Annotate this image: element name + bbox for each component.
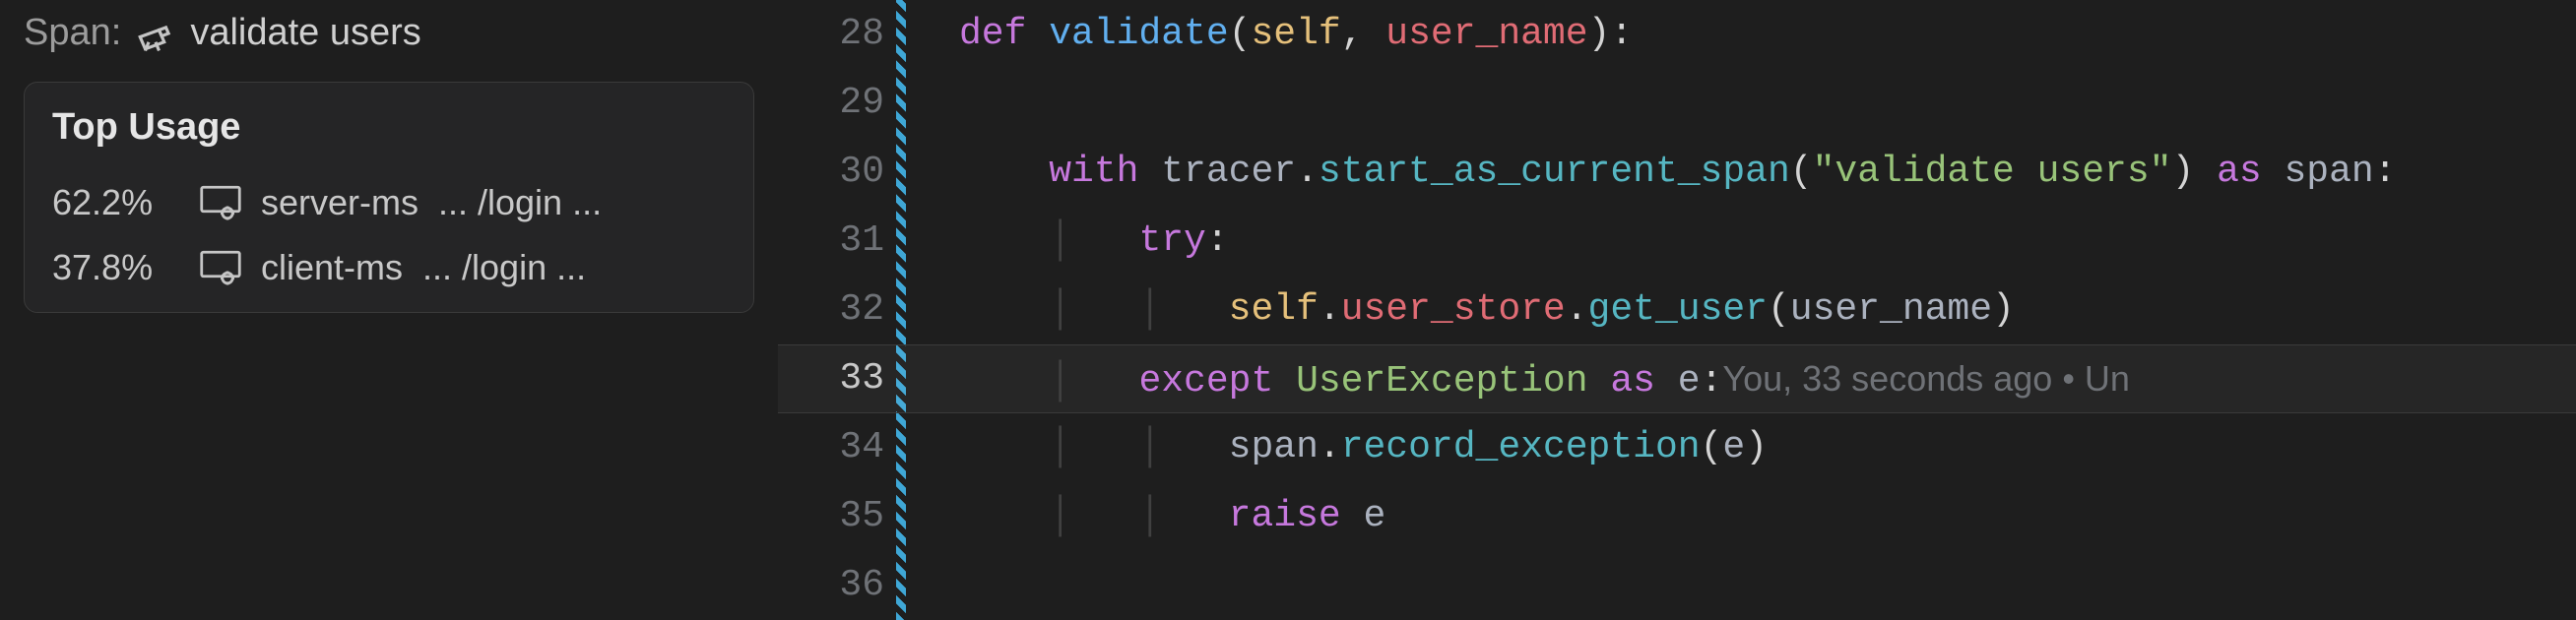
usage-path: ... /login ... [438, 182, 726, 223]
span-label: Span: [24, 12, 121, 54]
code-line[interactable]: │ try: [959, 207, 2576, 276]
token: ( [1701, 426, 1723, 468]
token: except [1138, 360, 1296, 403]
token: get_user [1588, 288, 1768, 331]
indent-guide [959, 151, 1049, 193]
service-icon [200, 250, 241, 285]
code-line[interactable]: with tracer.start_as_current_span("valid… [959, 138, 2576, 207]
line-number: 31 [778, 207, 884, 276]
line-number: 34 [778, 413, 884, 482]
code-editor[interactable]: 28293031323334353637 def validate(self, … [778, 0, 2576, 620]
indent-guide: │ │ [959, 495, 1229, 537]
token: ) [1992, 288, 2015, 331]
span-header: Span: validate users [24, 12, 754, 54]
indent-guide: │ │ [959, 288, 1229, 331]
usage-percent: 37.8% [52, 247, 180, 288]
code-line[interactable] [959, 551, 2576, 620]
indent-guide: │ [959, 219, 1138, 262]
token: validate [1049, 13, 1228, 55]
code-line[interactable] [959, 69, 2576, 138]
top-usage-title: Top Usage [52, 106, 726, 149]
line-number-gutter: 28293031323334353637 [778, 0, 896, 620]
usage-service: server-ms [261, 182, 419, 223]
token: : [2374, 151, 2397, 193]
line-number: 30 [778, 138, 884, 207]
token: . [1319, 288, 1341, 331]
token: e [1678, 360, 1701, 403]
usage-row[interactable]: 62.2% server-ms ... /login ... [52, 170, 726, 235]
token: self [1229, 288, 1319, 331]
code-area[interactable]: def validate(self, user_name): with trac… [906, 0, 2576, 620]
code-line[interactable]: │ │ span.record_exception(e) [959, 413, 2576, 482]
service-icon [200, 185, 241, 220]
token: raise [1229, 495, 1364, 537]
token: . [1566, 288, 1588, 331]
token: as [1588, 360, 1678, 403]
usage-service: client-ms [261, 247, 403, 288]
token: try [1138, 219, 1205, 262]
token: user_store [1341, 288, 1566, 331]
usage-percent: 62.2% [52, 182, 180, 223]
telescope-icon [135, 13, 176, 54]
line-number: 28 [778, 0, 884, 69]
token: span [1229, 426, 1319, 468]
token: user_name [1385, 13, 1587, 55]
token: span [2284, 151, 2373, 193]
token: self [1251, 13, 1340, 55]
token: as [2194, 151, 2284, 193]
token: UserException [1296, 360, 1587, 403]
line-number: 32 [778, 276, 884, 344]
span-insight-sidebar: Span: validate users Top Usage 62.2% serv… [0, 0, 778, 620]
token: ) [1588, 13, 1611, 55]
token: e [1363, 495, 1385, 537]
token: ( [1790, 151, 1813, 193]
span-name: validate users [190, 12, 420, 54]
indent-guide: │ [959, 360, 1138, 403]
code-line[interactable]: │ except UserException as e:You, 33 seco… [959, 344, 2576, 413]
token: ( [1768, 288, 1790, 331]
token: record_exception [1341, 426, 1701, 468]
token: ) [1745, 426, 1768, 468]
token: : [1701, 360, 1723, 403]
token: ) [2171, 151, 2194, 193]
token: start_as_current_span [1319, 151, 1790, 193]
token: def [959, 13, 1049, 55]
line-number: 35 [778, 482, 884, 551]
usage-path: ... /login ... [422, 247, 726, 288]
token: with [1049, 151, 1161, 193]
top-usage-panel: Top Usage 62.2%server-ms... /login ...37… [24, 82, 754, 313]
indent-guide: │ │ [959, 426, 1229, 468]
token: tracer [1161, 151, 1296, 193]
token: . [1296, 151, 1319, 193]
token: ( [1229, 13, 1252, 55]
token: , [1341, 13, 1386, 55]
token: : [1206, 219, 1229, 262]
code-line[interactable]: │ │ self.user_store.get_user(user_name) [959, 276, 2576, 344]
token: "validate users" [1813, 151, 2172, 193]
token: . [1319, 426, 1341, 468]
git-lens-annotation: You, 33 seconds ago • Un [1722, 358, 2140, 399]
token: : [1610, 13, 1633, 55]
line-number: 36 [778, 551, 884, 620]
line-number: 29 [778, 69, 884, 138]
code-line[interactable]: def validate(self, user_name): [959, 0, 2576, 69]
git-change-stripe [896, 0, 906, 620]
usage-row[interactable]: 37.8% client-ms ... /login ... [52, 235, 726, 300]
token: e [1722, 426, 1745, 468]
code-line[interactable]: │ │ raise e [959, 482, 2576, 551]
token: user_name [1790, 288, 1992, 331]
